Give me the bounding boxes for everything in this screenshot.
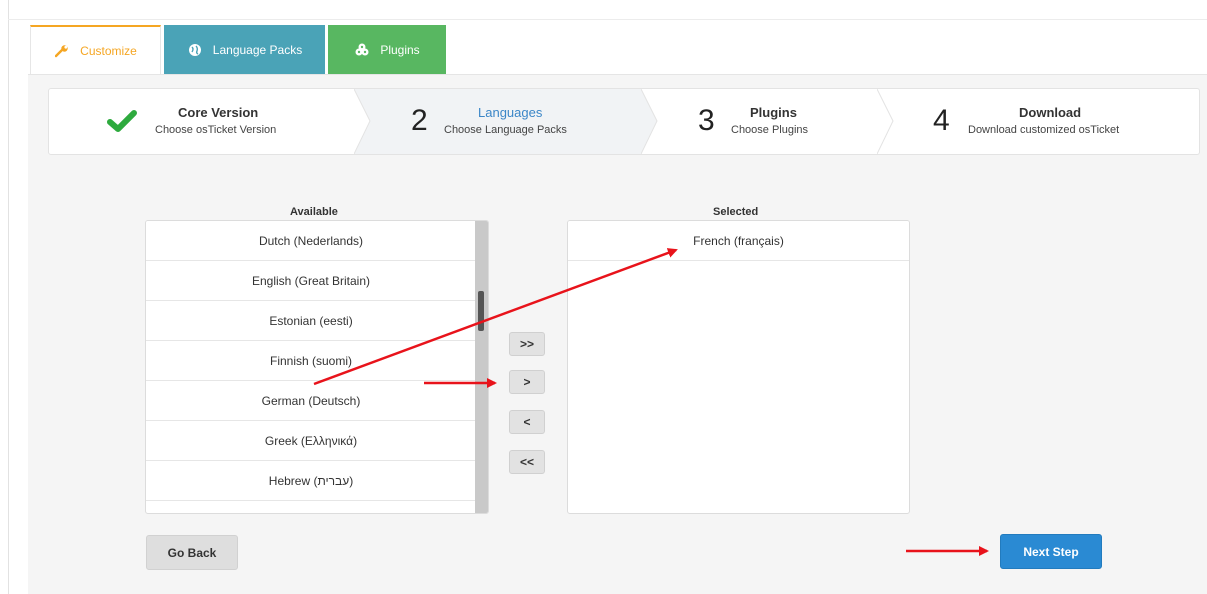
step-divider — [641, 89, 658, 154]
tab-plugins-label: Plugins — [380, 42, 420, 57]
wrench-icon — [54, 43, 70, 59]
list-item[interactable]: French (français) — [568, 221, 909, 261]
selected-listbox[interactable]: French (français) — [567, 220, 910, 514]
step-title: Plugins — [750, 105, 797, 120]
step-title: Core Version — [178, 105, 259, 120]
tab-bar: Customize Language Packs Plugins — [28, 22, 1207, 75]
available-list: Dutch (Nederlands) English (Great Britai… — [146, 221, 476, 501]
tab-customize-label: Customize — [80, 43, 137, 58]
step-title: Download — [1019, 105, 1082, 120]
puzzle-icon — [354, 42, 370, 58]
step-download[interactable]: 4 Download Download customized osTicket — [877, 89, 1199, 154]
globe-icon — [187, 42, 203, 58]
next-step-button[interactable]: Next Step — [1000, 534, 1102, 569]
customize-panel: Customize Language Packs Plugins Core Ve… — [28, 22, 1207, 594]
list-item[interactable]: Greek (Ελληνικά) — [146, 421, 476, 461]
step-subtitle: Download customized osTicket — [968, 124, 1120, 136]
step-subtitle: Choose Language Packs — [444, 124, 567, 136]
step-languages[interactable]: 2 Languages Choose Language Packs — [354, 89, 641, 154]
window-border-left — [8, 0, 9, 594]
scrollbar-thumb[interactable] — [478, 291, 484, 331]
selected-label: Selected — [713, 206, 759, 218]
remove-all-button[interactable]: << — [509, 450, 545, 474]
step-title: Languages — [478, 105, 543, 120]
available-listbox[interactable]: Dutch (Nederlands) English (Great Britai… — [145, 220, 489, 514]
window-border-top — [8, 19, 1207, 20]
available-scrollbar[interactable] — [475, 221, 488, 513]
step-core-version[interactable]: Core Version Choose osTicket Version — [49, 89, 354, 154]
list-item[interactable]: English (Great Britain) — [146, 261, 476, 301]
step-number: 2 — [411, 104, 428, 137]
tab-language-packs[interactable]: Language Packs — [164, 25, 325, 74]
add-all-button[interactable]: >> — [509, 332, 545, 356]
step-number: 3 — [698, 104, 715, 137]
check-icon — [107, 109, 137, 138]
list-item[interactable]: Hebrew (עברית) — [146, 461, 476, 501]
step-subtitle: Choose osTicket Version — [155, 124, 277, 136]
step-divider — [877, 89, 894, 154]
list-item[interactable]: Dutch (Nederlands) — [146, 221, 476, 261]
go-back-button[interactable]: Go Back — [146, 535, 238, 570]
list-item[interactable]: German (Deutsch) — [146, 381, 476, 421]
tab-customize[interactable]: Customize — [30, 25, 161, 74]
tab-language-packs-label: Language Packs — [212, 42, 303, 57]
step-subtitle: Choose Plugins — [731, 124, 809, 136]
available-label: Available — [290, 206, 338, 218]
add-button[interactable]: > — [509, 370, 545, 394]
step-divider — [354, 89, 371, 154]
step-number: 4 — [933, 104, 950, 137]
list-item[interactable]: Finnish (suomi) — [146, 341, 476, 381]
step-plugins[interactable]: 3 Plugins Choose Plugins — [641, 89, 877, 154]
list-item[interactable]: Estonian (eesti) — [146, 301, 476, 341]
tab-plugins[interactable]: Plugins — [328, 25, 446, 74]
remove-button[interactable]: < — [509, 410, 545, 434]
wizard-steps: Core Version Choose osTicket Version 2 L… — [48, 88, 1200, 155]
